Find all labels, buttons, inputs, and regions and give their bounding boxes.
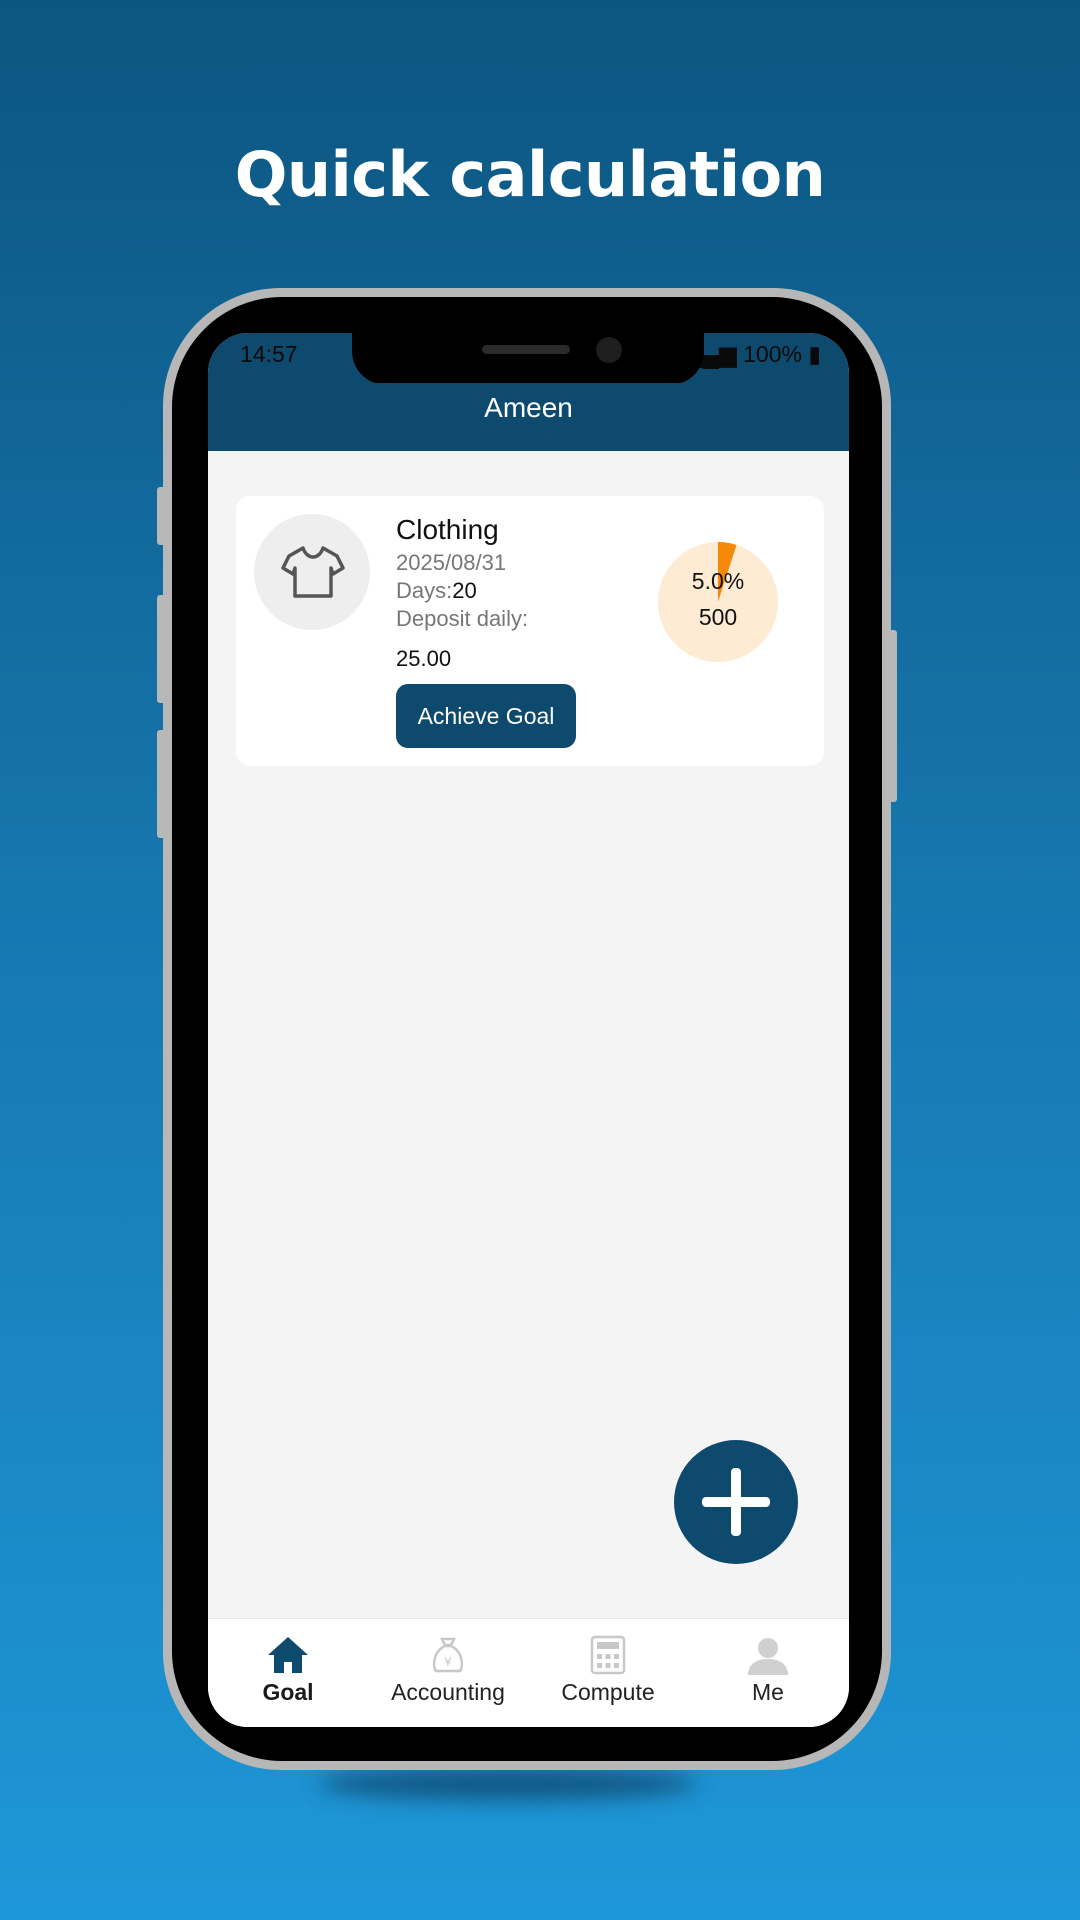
- bottom-tab-bar: Goal ¥ Accounting Compute Me: [208, 1618, 849, 1727]
- deposit-daily-label: Deposit daily:: [396, 606, 529, 631]
- days-label: Days:: [396, 578, 453, 603]
- speaker-grille: [482, 345, 570, 354]
- t-shirt-icon: [281, 546, 345, 598]
- achieve-goal-button[interactable]: Achieve Goal: [396, 684, 576, 748]
- tab-goal[interactable]: Goal: [208, 1619, 368, 1727]
- tab-goal-label: Goal: [262, 1679, 314, 1705]
- tab-accounting[interactable]: ¥ Accounting: [368, 1619, 528, 1727]
- phone-shadow: [318, 1768, 698, 1800]
- app-bar-title: Ameen: [484, 392, 573, 423]
- tab-me-label: Me: [752, 1679, 784, 1705]
- promo-headline: Quick calculation: [234, 138, 826, 211]
- add-goal-button[interactable]: [674, 1440, 798, 1564]
- goal-date: 2025/08/31: [396, 550, 507, 575]
- status-battery: ▂▄▆ 100% ▮: [685, 341, 821, 368]
- camera-notch: [352, 333, 704, 385]
- app-bar: Ameen: [208, 383, 849, 451]
- days-value: 20: [452, 578, 477, 603]
- home-icon: [268, 1637, 308, 1673]
- tab-compute-label: Compute: [561, 1679, 655, 1705]
- tab-accounting-label: Accounting: [391, 1679, 505, 1705]
- phone-screen: 14:57 ▂▄▆ 100% ▮ Ameen Clothing 2025/08/…: [208, 333, 849, 1727]
- money-bag-icon: ¥: [432, 1637, 464, 1673]
- tab-compute[interactable]: Compute: [528, 1619, 688, 1727]
- deposit-daily-value: 25.00: [396, 646, 452, 671]
- svg-text:¥: ¥: [444, 1655, 452, 1669]
- goal-name: Clothing: [396, 514, 499, 545]
- battery-level: 100%: [743, 341, 802, 367]
- goal-target-amount: 500: [698, 604, 738, 630]
- progress-percent: 5.0%: [691, 568, 745, 594]
- user-icon: [748, 1638, 788, 1675]
- status-time: 14:57: [240, 341, 298, 367]
- battery-icon: ▮: [801, 341, 821, 367]
- days-row: Days:20: [396, 578, 477, 604]
- goal-avatar: [254, 514, 370, 630]
- progress-pie: 5.0% 500: [658, 542, 778, 662]
- tab-me[interactable]: Me: [688, 1619, 848, 1727]
- plus-icon: [702, 1468, 770, 1536]
- goal-card[interactable]: Clothing 2025/08/31 Days:20 Deposit dail…: [236, 496, 824, 766]
- front-camera: [596, 337, 622, 363]
- calculator-icon: [590, 1635, 626, 1675]
